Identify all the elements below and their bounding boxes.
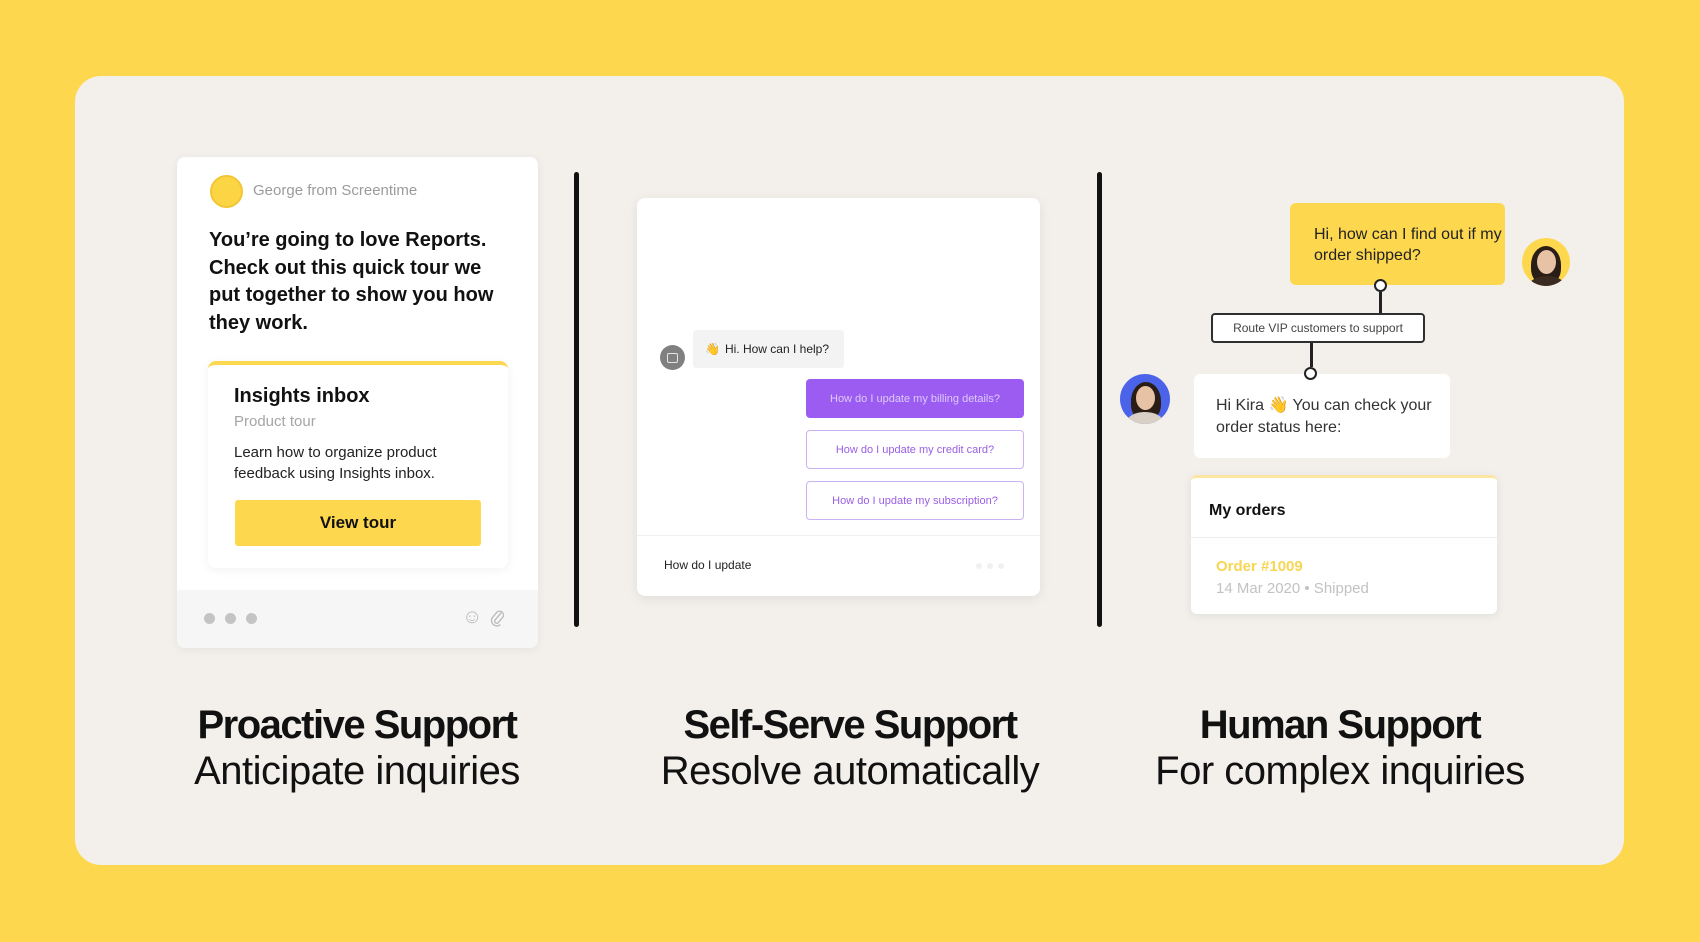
typing-indicator-dot — [976, 563, 982, 569]
typing-indicator-dot — [987, 563, 993, 569]
proactive-caption: Proactive Support Anticipate inquiries — [117, 702, 597, 794]
view-tour-button[interactable]: View tour — [235, 500, 481, 546]
typing-indicator-dot — [998, 563, 1004, 569]
suggestion-billing-details[interactable]: How do I update my billing details? — [806, 379, 1024, 418]
proactive-caption-subtitle: Anticipate inquiries — [194, 749, 520, 793]
human-caption: Human Support For complex inquiries — [1100, 702, 1580, 794]
suggestion-credit-card[interactable]: How do I update my credit card? — [806, 430, 1024, 469]
proactive-caption-title: Proactive Support — [197, 703, 518, 747]
agent-message-bubble: Hi Kira 👋 You can check your order statu… — [1194, 374, 1450, 458]
paperclip-icon[interactable] — [490, 608, 506, 633]
human-caption-subtitle: For complex inquiries — [1155, 749, 1525, 793]
tour-subtitle: Product tour — [234, 413, 316, 430]
bot-greeting-text: Hi. How can I help? — [724, 342, 830, 356]
orders-card: My orders Order #1009 14 Mar 2020 • Ship… — [1191, 475, 1497, 614]
flow-connector — [1310, 343, 1313, 367]
self-serve-caption: Self-Serve Support Resolve automatically — [610, 702, 1090, 794]
flow-node-icon — [1304, 367, 1317, 380]
emoji-icon[interactable]: ☺ — [462, 606, 482, 629]
wave-emoji-icon: 👋 — [705, 342, 720, 356]
typing-dot — [204, 613, 215, 624]
tour-title: Insights inbox — [234, 385, 370, 407]
orders-divider — [1191, 537, 1497, 538]
product-tour-card: Insights inbox Product tour Learn how to… — [208, 361, 508, 568]
order-meta: 14 Mar 2020 • Shipped — [1216, 580, 1369, 597]
typing-dot — [225, 613, 236, 624]
orders-title: My orders — [1209, 502, 1286, 519]
flow-node-icon — [1374, 279, 1387, 292]
self-serve-caption-title: Self-Serve Support — [683, 703, 1018, 747]
bot-avatar-icon — [660, 345, 685, 370]
order-number-link[interactable]: Order #1009 — [1216, 558, 1303, 575]
sender-avatar — [210, 175, 243, 208]
routing-rule: Route VIP customers to support — [1211, 313, 1425, 343]
wave-emoji-icon: 👋 — [1268, 397, 1289, 414]
message-footer: ☺ — [177, 590, 538, 648]
agent-message-greeting: Hi Kira — [1216, 397, 1265, 414]
proactive-message-card: George from Screentime You’re going to l… — [177, 157, 538, 648]
tour-description: Learn how to organize product feedback u… — [234, 444, 437, 482]
section-divider — [1097, 172, 1102, 627]
flow-connector — [1379, 292, 1382, 314]
typing-dot — [246, 613, 257, 624]
chat-widget: 👋 Hi. How can I help? How do I update my… — [637, 198, 1040, 596]
message-composer-input[interactable]: How do I update — [664, 558, 751, 572]
composer-divider — [637, 535, 1040, 536]
agent-avatar — [1120, 374, 1170, 424]
self-serve-caption-subtitle: Resolve automatically — [660, 749, 1040, 793]
human-caption-title: Human Support — [1199, 703, 1482, 747]
customer-avatar — [1522, 238, 1570, 286]
suggestion-subscription[interactable]: How do I update my subscription? — [806, 481, 1024, 520]
message-headline: You’re going to love Reports. Check out … — [209, 229, 494, 334]
customer-message-bubble: Hi, how can I find out if my order shipp… — [1290, 203, 1505, 285]
bot-greeting-bubble: 👋 Hi. How can I help? — [693, 330, 844, 368]
sender-name: George from Screentime — [253, 182, 418, 199]
section-divider — [574, 172, 579, 627]
